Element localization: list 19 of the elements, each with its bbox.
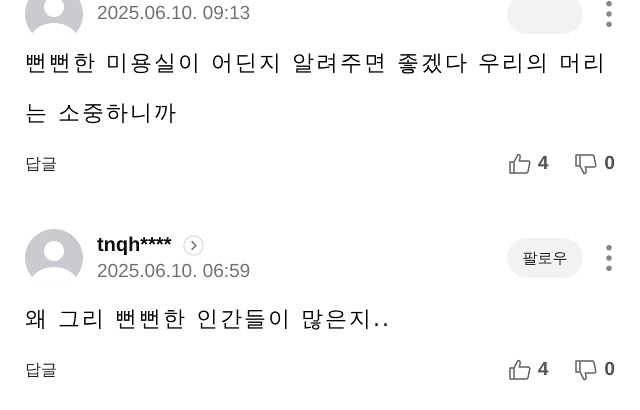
more-options-icon[interactable] <box>605 244 613 272</box>
username[interactable]: tnqh**** <box>97 234 172 256</box>
comment-text: 왜 그리 뻔뻔한 인간들이 많은지.. <box>25 306 392 334</box>
thumbs-down-icon[interactable] <box>574 152 598 176</box>
thumbs-up-icon[interactable] <box>508 152 532 176</box>
chevron-right-icon[interactable] <box>183 234 204 256</box>
dislike-count: 0 <box>604 153 615 175</box>
dislike-count: 0 <box>604 359 615 381</box>
like-count: 4 <box>538 153 548 175</box>
like-count: 4 <box>538 359 548 381</box>
more-options-icon[interactable] <box>605 0 613 28</box>
comment-date: 2025.06.10. 06:59 <box>97 260 252 282</box>
comment-text: 뻔뻔한 미용실이 어딘지 알려주면 좋겠다 우리의 머리는 소중하니까 <box>25 50 608 128</box>
comment-date: 2025.06.10. 09:13 <box>97 3 252 25</box>
follow-button[interactable]: 팔로우 <box>507 238 583 278</box>
thumbs-down-icon[interactable] <box>574 358 598 382</box>
reply-link[interactable]: 답글 <box>25 360 57 380</box>
reply-link[interactable]: 답글 <box>25 154 57 174</box>
thumbs-up-icon[interactable] <box>508 358 532 382</box>
